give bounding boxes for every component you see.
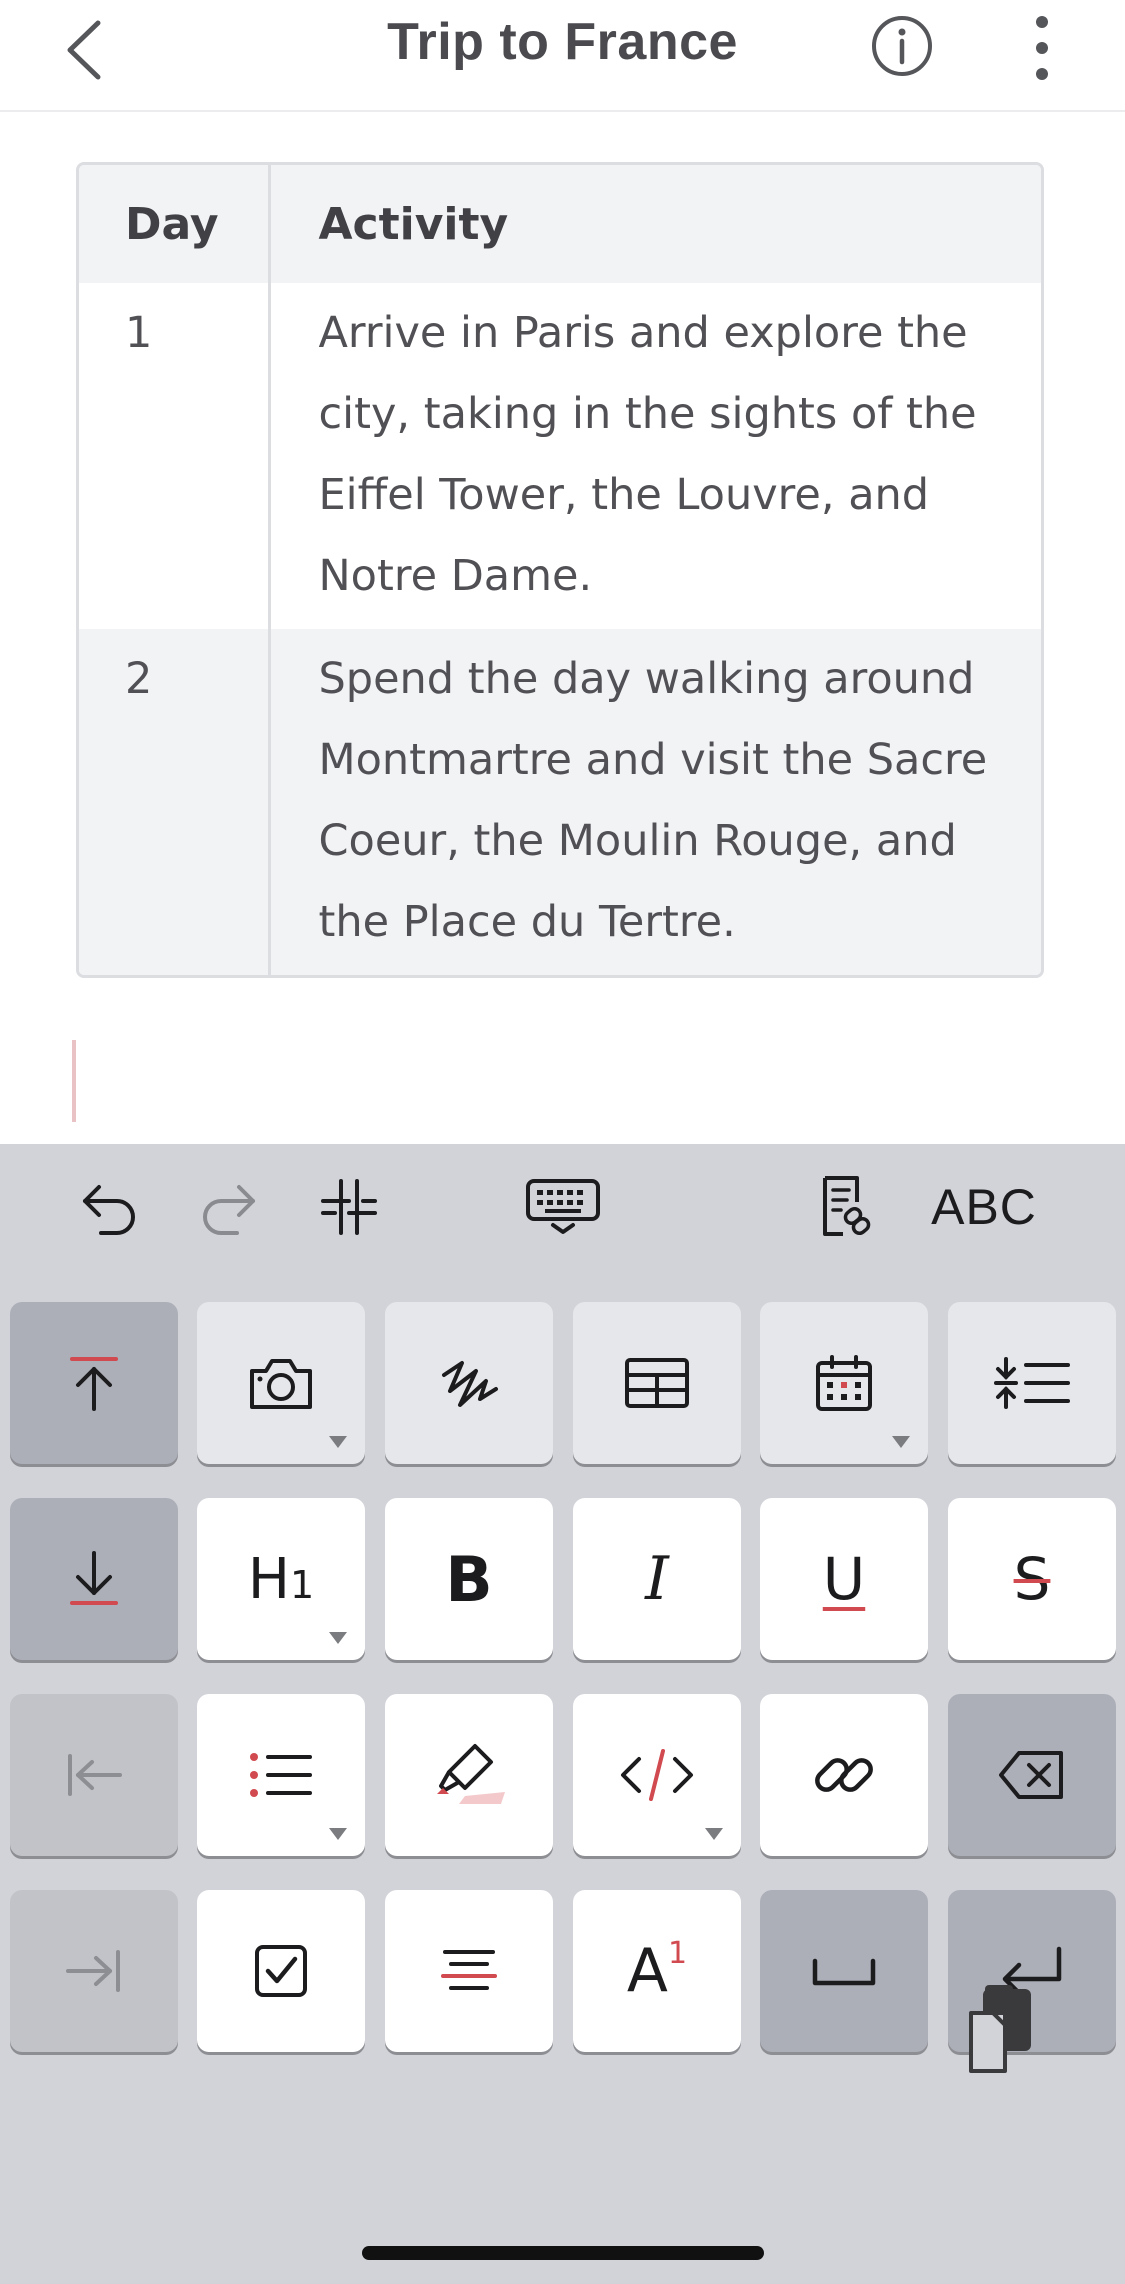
dropdown-indicator [329, 1632, 347, 1644]
activity-line: Spend the day walking around [318, 654, 975, 704]
note-title: Trip to France [387, 13, 738, 71]
cell-activity[interactable]: Spend the day walking around Montmartre … [269, 629, 1041, 975]
link-icon [815, 1758, 873, 1792]
indent-icon [66, 1950, 120, 1992]
camera-key[interactable] [197, 1302, 365, 1464]
clipboard-icon [969, 1985, 1031, 2073]
activity-line: Montmartre and visit the Sacre [318, 735, 988, 785]
align-center-icon [441, 1950, 497, 1990]
info-icon [872, 16, 932, 76]
indent-key[interactable] [10, 1890, 178, 2052]
activity-line: Arrive in Paris and explore the [318, 308, 968, 358]
undo-icon [83, 1185, 135, 1235]
dropdown-indicator [329, 1436, 347, 1448]
checkbox-key[interactable] [197, 1890, 365, 2052]
line-spacing-icon [994, 1357, 1070, 1409]
delete-key[interactable] [948, 1694, 1116, 1856]
highlight-key[interactable] [385, 1694, 553, 1856]
heading-label: H1 [247, 1546, 315, 1612]
header-day[interactable]: Day [79, 165, 271, 283]
calendar-icon [816, 1355, 872, 1411]
cell-day[interactable]: 2 [79, 629, 271, 975]
align-key[interactable] [385, 1890, 553, 2052]
activity-line: city, taking in the sights of the [318, 389, 977, 439]
home-indicator[interactable] [362, 2246, 764, 2260]
spellcheck-button[interactable]: ABC [924, 1162, 1044, 1252]
keyboard-icon [526, 1179, 600, 1234]
camera-icon [250, 1359, 312, 1409]
underline-key[interactable]: U [760, 1498, 928, 1660]
info-button[interactable] [870, 14, 934, 78]
backspace-icon [999, 1751, 1063, 1799]
header-activity[interactable]: Activity [269, 165, 1041, 283]
underline-label: U [822, 1545, 866, 1613]
sketch-icon [442, 1361, 498, 1407]
outdent-key[interactable] [10, 1694, 178, 1856]
list-icon [250, 1753, 312, 1797]
move-to-top-key[interactable] [10, 1302, 178, 1464]
code-icon [621, 1749, 693, 1801]
highlighter-icon [437, 1744, 505, 1804]
line-spacing-key[interactable] [948, 1302, 1116, 1464]
format-grid-icon [321, 1179, 377, 1235]
format-toolbar: ABC [0, 1144, 1125, 1274]
back-button[interactable] [52, 10, 116, 90]
undo-button[interactable] [74, 1162, 144, 1252]
text-cursor [72, 1040, 76, 1122]
date-key[interactable] [760, 1302, 928, 1464]
note-link-button[interactable] [810, 1162, 880, 1252]
heading-key[interactable]: H1 [197, 1498, 365, 1660]
activity-line: Notre Dame. [318, 551, 593, 601]
arrow-to-top-icon [70, 1357, 118, 1411]
superscript-key[interactable]: A1 [573, 1890, 741, 2052]
cell-activity[interactable]: Arrive in Paris and explore the city, ta… [269, 283, 1041, 629]
arrow-to-bottom-icon [70, 1551, 118, 1605]
bold-key[interactable]: B [385, 1498, 553, 1660]
bulleted-list-key[interactable] [197, 1694, 365, 1856]
cell-day[interactable]: 1 [79, 283, 271, 629]
redo-button[interactable] [194, 1162, 264, 1252]
more-vertical-icon [1036, 16, 1048, 80]
format-keyboard: ABC H1 B I U S A1 [0, 1144, 1125, 2284]
italic-key[interactable]: I [573, 1498, 741, 1660]
redo-icon [203, 1185, 255, 1235]
space-key[interactable] [760, 1890, 928, 2052]
strikethrough-label: S [1013, 1545, 1051, 1613]
table-row: 2 Spend the day walking around Montmartr… [79, 629, 1041, 975]
move-to-bottom-key[interactable] [10, 1498, 178, 1660]
top-bar: Trip to France [0, 0, 1125, 112]
table-icon [625, 1358, 689, 1408]
more-button[interactable] [1020, 10, 1064, 86]
activity-line: the Place du Tertre. [318, 897, 736, 947]
bold-label: B [445, 1542, 493, 1616]
sketch-key[interactable] [385, 1302, 553, 1464]
checkbox-icon [255, 1945, 307, 1997]
activity-line: Coeur, the Moulin Rouge, and [318, 816, 957, 866]
space-icon [812, 1958, 876, 1986]
outdent-icon [68, 1754, 122, 1796]
superscript-label: A1 [626, 1936, 688, 2006]
table-row: 1 Arrive in Paris and explore the city, … [79, 283, 1041, 629]
itinerary-table[interactable]: Day Activity 1 Arrive in Paris and explo… [76, 162, 1044, 978]
dropdown-indicator [892, 1436, 910, 1448]
clipboard-button[interactable] [965, 1985, 1035, 2075]
show-keyboard-button[interactable] [522, 1162, 604, 1252]
chevron-left-icon [67, 20, 101, 80]
note-link-icon [823, 1176, 871, 1236]
italic-label: I [645, 1544, 669, 1614]
table-key[interactable] [573, 1302, 741, 1464]
strikethrough-key[interactable]: S [948, 1498, 1116, 1660]
table-header-row: Day Activity [79, 165, 1041, 283]
format-options-button[interactable] [314, 1162, 384, 1252]
dropdown-indicator [329, 1828, 347, 1840]
activity-line: Eiffel Tower, the Louvre, and [318, 470, 930, 520]
dropdown-indicator [705, 1828, 723, 1840]
link-key[interactable] [760, 1694, 928, 1856]
note-editor[interactable]: Day Activity 1 Arrive in Paris and explo… [0, 112, 1125, 1144]
code-key[interactable] [573, 1694, 741, 1856]
